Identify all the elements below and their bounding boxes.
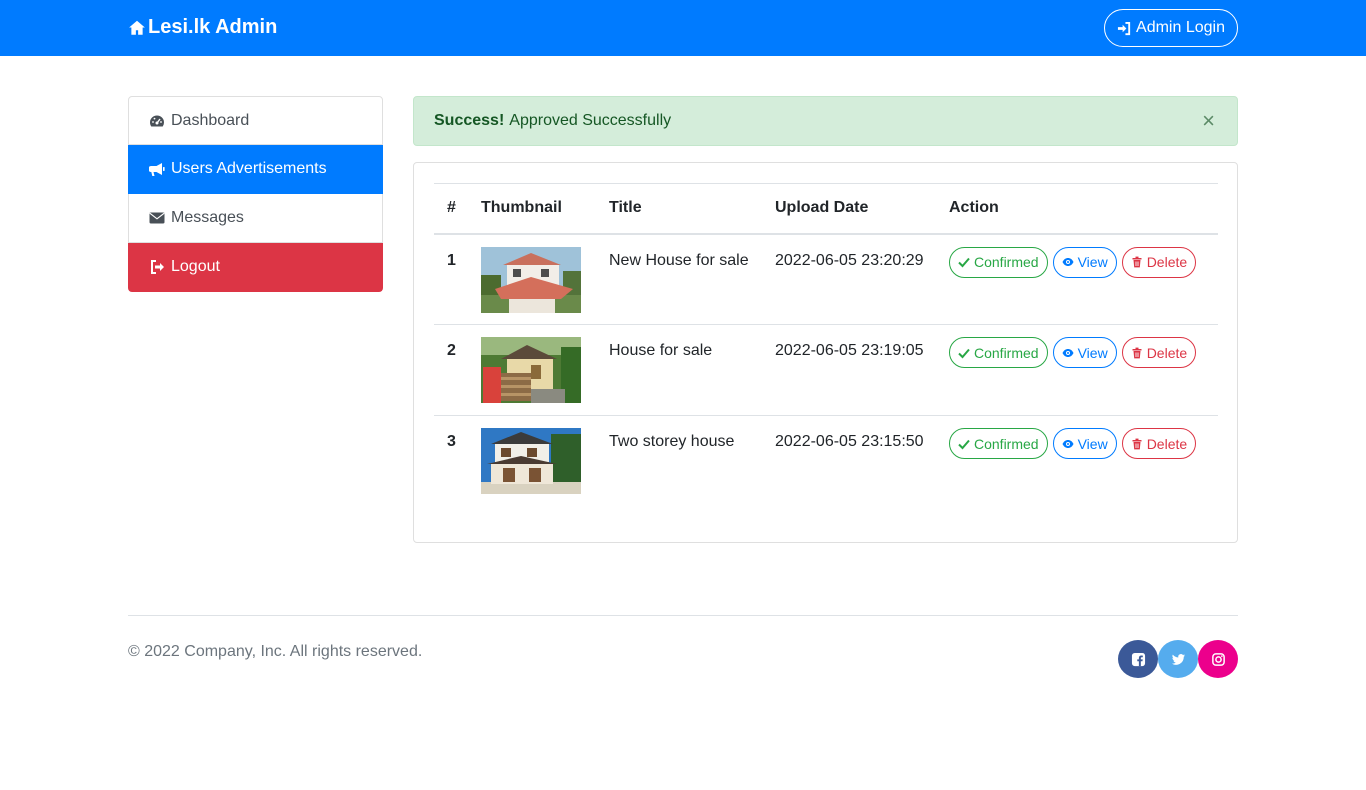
check-icon: [958, 348, 970, 358]
admin-login-label: Admin Login: [1136, 19, 1225, 36]
delete-button[interactable]: Delete: [1121, 246, 1197, 278]
success-alert: Success! Approved Successfully ×: [413, 96, 1238, 146]
delete-label: Delete: [1146, 344, 1188, 361]
trash-icon: [1132, 256, 1142, 268]
brand-label: Lesi.lk Admin: [148, 16, 278, 38]
confirmed-button[interactable]: Confirmed: [949, 246, 1048, 278]
sign-in-icon: [1117, 21, 1131, 35]
action-cell: Confirmed View Delete: [949, 416, 1218, 507]
delete-label: Delete: [1146, 254, 1188, 270]
top-navbar: Lesi.lk Admin Admin Login: [0, 0, 1366, 56]
brand[interactable]: Lesi.lk Admin: [128, 16, 277, 39]
thumbnail-cell: [481, 324, 609, 416]
confirmed-label: Confirmed: [974, 344, 1039, 361]
advertisements-card: # Thumbnail Title Upload Date Action 1 N…: [413, 162, 1238, 543]
ad-title: New House for sale: [609, 233, 775, 325]
instagram-button[interactable]: [1198, 640, 1238, 678]
view-button[interactable]: View: [1052, 337, 1117, 368]
confirmed-button[interactable]: Confirmed: [949, 337, 1048, 368]
confirmed-label: Confirmed: [974, 435, 1039, 452]
sidebar-item-messages[interactable]: Messages: [128, 194, 383, 243]
action-cell: Confirmed View Delete: [949, 233, 1218, 325]
table-row: 1 New House for sale 2022-06-05 23:20:29…: [434, 233, 1218, 325]
sidebar-item-dashboard[interactable]: Dashboard: [128, 96, 383, 145]
admin-login-button[interactable]: Admin Login: [1104, 9, 1238, 47]
trash-icon: [1132, 438, 1142, 449]
house-thumbnail-image[interactable]: [481, 428, 581, 494]
twitter-icon: [1171, 653, 1185, 665]
col-header-action: Action: [949, 183, 1218, 235]
eye-icon: [1062, 258, 1074, 266]
eye-icon: [1062, 348, 1074, 357]
col-header-upload-date: Upload Date: [775, 183, 949, 235]
delete-button[interactable]: Delete: [1121, 337, 1197, 368]
sidebar-item-label: Logout: [171, 258, 220, 275]
table-row: 2 House for sale 2022-06-05 23:19:05 Con…: [434, 324, 1218, 416]
alert-message: Approved Successfully: [509, 112, 672, 129]
house-thumbnail-image[interactable]: [481, 246, 581, 313]
check-icon: [958, 257, 970, 268]
delete-label: Delete: [1146, 435, 1188, 452]
house-thumbnail-image[interactable]: [481, 337, 581, 403]
sidebar-item-logout[interactable]: Logout: [128, 243, 383, 292]
sidebar-item-label: Users Advertisements: [171, 160, 327, 177]
advertisements-table: # Thumbnail Title Upload Date Action 1 N…: [434, 183, 1218, 507]
ad-upload-date: 2022-06-05 23:15:50: [775, 433, 924, 450]
action-cell: Confirmed View Delete: [949, 324, 1218, 416]
ad-upload-date: 2022-06-05 23:20:29: [775, 233, 949, 325]
footer-divider: [128, 615, 1238, 616]
confirmed-label: Confirmed: [974, 254, 1039, 270]
facebook-icon: [1131, 652, 1145, 666]
view-button[interactable]: View: [1052, 428, 1117, 459]
megaphone-icon: [149, 163, 165, 176]
footer-copyright: © 2022 Company, Inc. All rights reserved…: [128, 643, 423, 660]
col-header-thumbnail: Thumbnail: [481, 183, 609, 235]
twitter-button[interactable]: [1158, 640, 1198, 678]
thumbnail-cell: [481, 416, 609, 507]
view-button[interactable]: View: [1052, 246, 1117, 278]
table-header-row: # Thumbnail Title Upload Date Action: [434, 183, 1218, 235]
col-header-title: Title: [609, 183, 775, 235]
ad-title: House for sale: [609, 324, 775, 416]
col-header-number: #: [434, 183, 481, 235]
row-number: 1: [434, 233, 481, 325]
delete-button[interactable]: Delete: [1121, 428, 1197, 459]
thumbnail-cell: [481, 233, 609, 325]
alert-strong: Success!: [434, 112, 505, 129]
sidebar-item-label: Dashboard: [171, 111, 250, 129]
view-label: View: [1077, 435, 1108, 452]
view-label: View: [1077, 254, 1108, 270]
sidebar-item-users-advertisements[interactable]: Users Advertisements: [128, 145, 383, 194]
dashboard-icon: [150, 115, 164, 126]
alert-close-button[interactable]: ×: [1202, 110, 1215, 132]
eye-icon: [1062, 439, 1074, 448]
ad-upload-date: 2022-06-05 23:19:05: [775, 324, 949, 416]
table-row: 3 Two storey house 2022-06-05 23:15:50 C…: [434, 416, 1218, 507]
view-label: View: [1077, 344, 1108, 361]
envelope-icon: [149, 212, 165, 224]
sidebar: Dashboard Users Advertisements Messages …: [128, 96, 383, 292]
sidebar-item-label: Messages: [171, 209, 244, 226]
ad-title: Two storey house: [609, 433, 735, 450]
check-icon: [958, 439, 970, 449]
home-icon: [129, 20, 145, 35]
row-number: 3: [447, 433, 456, 450]
row-number: 2: [434, 324, 481, 416]
trash-icon: [1132, 347, 1142, 358]
logout-icon: [151, 260, 164, 274]
facebook-button[interactable]: [1118, 640, 1158, 678]
confirmed-button[interactable]: Confirmed: [949, 428, 1048, 459]
instagram-icon: [1211, 652, 1225, 666]
